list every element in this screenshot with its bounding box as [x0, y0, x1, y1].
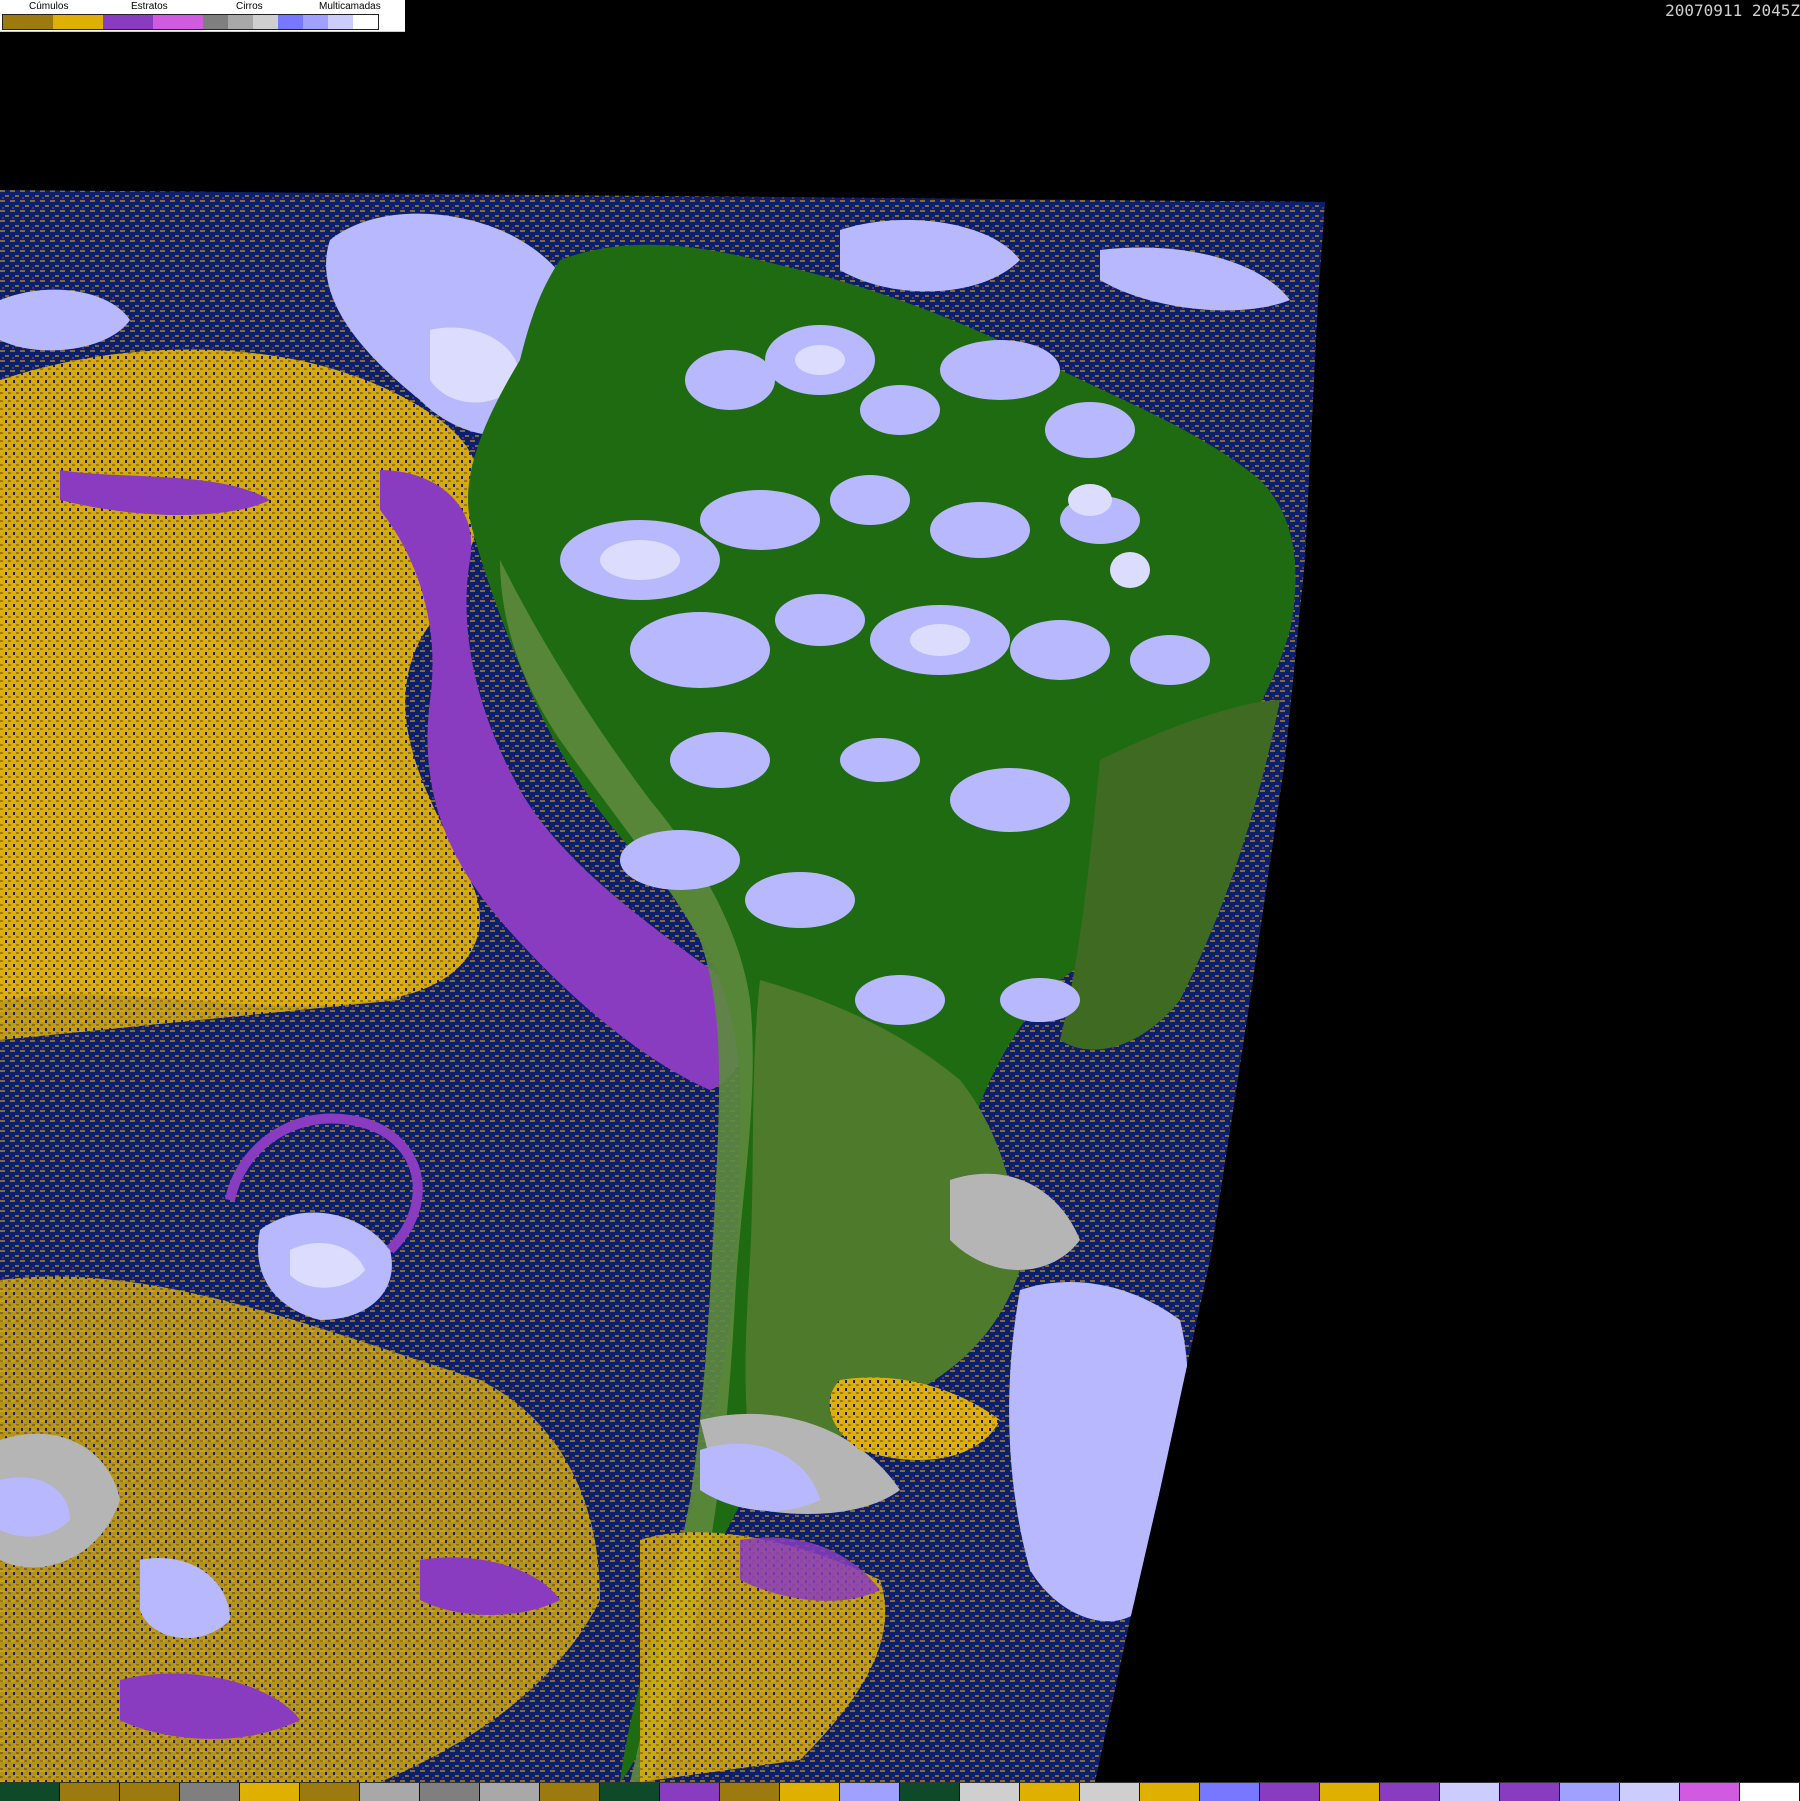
legend-swatch: [203, 15, 228, 29]
color-scale-cell: [1140, 1783, 1200, 1801]
color-scale-cell: [1740, 1783, 1800, 1801]
color-scale-cell: [960, 1783, 1020, 1801]
legend-swatch: [303, 15, 328, 29]
legend-swatches: [2, 14, 379, 30]
color-scale-cell: [180, 1783, 240, 1801]
color-scale-cell: [1080, 1783, 1140, 1801]
color-scale-cell: [420, 1783, 480, 1801]
color-scale-cell: [300, 1783, 360, 1801]
color-scale-cell: [720, 1783, 780, 1801]
color-scale-cell: [900, 1783, 960, 1801]
bottom-color-scale: [0, 1782, 1800, 1801]
color-scale-cell: [780, 1783, 840, 1801]
legend-swatch: [53, 15, 103, 29]
legend-swatch: [3, 15, 53, 29]
legend-swatch: [228, 15, 253, 29]
satellite-image: [0, 0, 1800, 1800]
color-scale-cell: [1440, 1783, 1500, 1801]
color-scale-cell: [1200, 1783, 1260, 1801]
color-scale-cell: [840, 1783, 900, 1801]
color-scale-cell: [240, 1783, 300, 1801]
legend-swatch: [103, 15, 153, 29]
color-scale-cell: [60, 1783, 120, 1801]
legend-swatch: [328, 15, 353, 29]
legend-swatch: [253, 15, 278, 29]
legend-swatch: [153, 15, 203, 29]
color-scale-cell: [1320, 1783, 1380, 1801]
color-scale-cell: [360, 1783, 420, 1801]
image-timestamp: 20070911 2045Z: [1665, 1, 1800, 20]
color-scale-cell: [480, 1783, 540, 1801]
color-scale-cell: [1680, 1783, 1740, 1801]
color-scale-cell: [660, 1783, 720, 1801]
legend-label-cirrus: Cirros: [236, 1, 263, 12]
cloud-type-legend: Cúmulos Estratos Cirros Multicamadas: [0, 0, 405, 32]
color-scale-cell: [600, 1783, 660, 1801]
color-scale-cell: [0, 1783, 60, 1801]
color-scale-cell: [1560, 1783, 1620, 1801]
color-scale-cell: [1020, 1783, 1080, 1801]
legend-label-stratus: Estratos: [131, 1, 168, 12]
color-scale-cell: [1260, 1783, 1320, 1801]
color-scale-cell: [1500, 1783, 1560, 1801]
color-scale-cell: [1380, 1783, 1440, 1801]
color-scale-cell: [120, 1783, 180, 1801]
legend-swatch: [353, 15, 378, 29]
color-scale-cell: [1620, 1783, 1680, 1801]
legend-label-cumulus: Cúmulos: [29, 1, 69, 12]
color-scale-cell: [540, 1783, 600, 1801]
legend-label-multilayer: Multicamadas: [319, 1, 381, 12]
legend-swatch: [278, 15, 303, 29]
